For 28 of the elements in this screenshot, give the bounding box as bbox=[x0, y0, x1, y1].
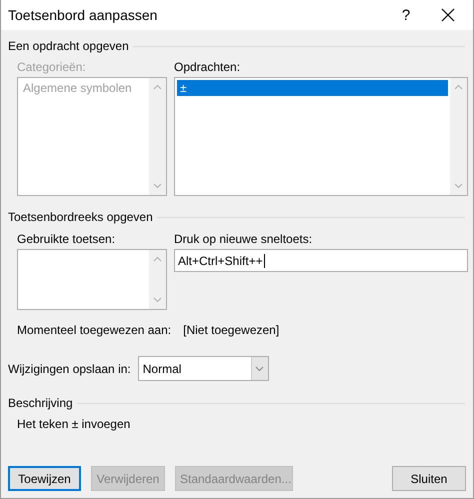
save-in-dropdown[interactable]: Normal bbox=[138, 356, 269, 381]
assigned-value: [Niet toegewezen] bbox=[183, 323, 280, 337]
field-label: Wijzigingen opslaan in: bbox=[8, 362, 131, 376]
scroll-up-icon[interactable] bbox=[153, 256, 162, 262]
list-box[interactable] bbox=[17, 249, 167, 310]
section-heading: Beschrijving bbox=[8, 396, 73, 410]
scroll-bar[interactable] bbox=[450, 78, 467, 195]
scroll-bar[interactable] bbox=[149, 250, 166, 309]
field-label: Druk op nieuwe sneltoets: bbox=[174, 232, 314, 246]
help-button[interactable]: ? bbox=[396, 6, 416, 24]
list-box[interactable]: ± bbox=[174, 77, 468, 196]
description-text: Het teken ± invoegen bbox=[17, 417, 130, 431]
dialog-button[interactable]: Sluiten bbox=[392, 466, 466, 491]
section-heading: Een opdracht opgeven bbox=[8, 39, 129, 53]
dialog-button[interactable]: Toewijzen bbox=[8, 466, 81, 491]
scroll-down-icon[interactable] bbox=[153, 297, 162, 303]
shortcut-field[interactable]: Alt+Ctrl+Shift++ bbox=[174, 249, 468, 272]
list-item[interactable]: ± bbox=[177, 80, 448, 96]
section-heading: Toetsenbordreeks opgeven bbox=[8, 210, 153, 224]
scroll-up-icon[interactable] bbox=[454, 84, 463, 90]
field-label: Gebruikte toetsen: bbox=[17, 232, 116, 246]
window-title: Toetsenbord aanpassen bbox=[8, 7, 158, 23]
field-label: Categorieën: bbox=[17, 60, 87, 74]
dropdown-icon[interactable] bbox=[255, 366, 264, 372]
scroll-down-icon[interactable] bbox=[454, 183, 463, 189]
field-label: Opdrachten: bbox=[174, 60, 242, 74]
close-icon[interactable] bbox=[440, 7, 456, 23]
assigned-label: Momenteel toegewezen aan: bbox=[17, 323, 172, 337]
